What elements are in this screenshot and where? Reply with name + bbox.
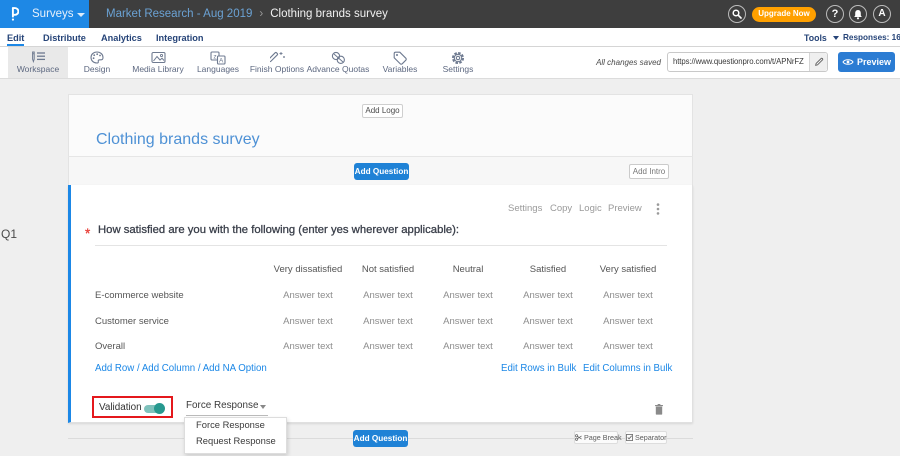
svg-text:z: z <box>213 53 216 60</box>
